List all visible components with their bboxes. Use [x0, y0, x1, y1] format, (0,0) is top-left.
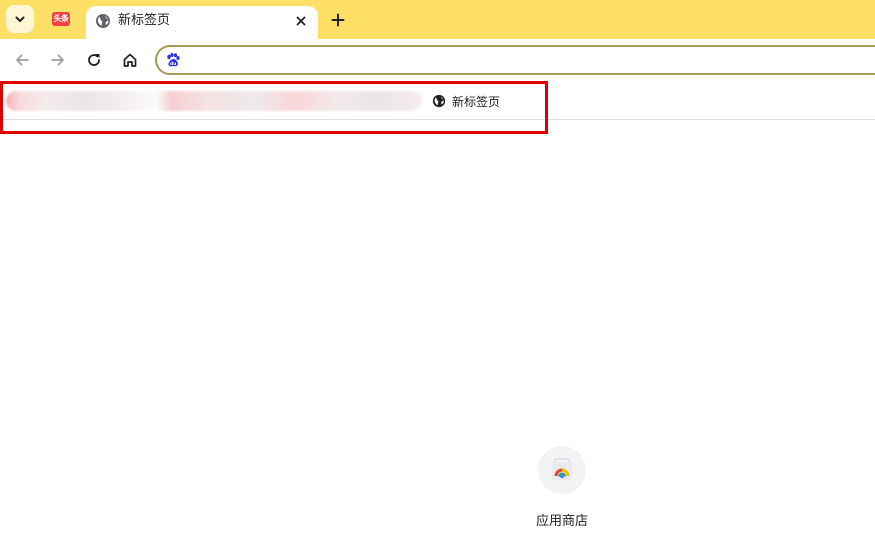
toutiao-icon: 头条: [52, 12, 70, 26]
tab-close-button[interactable]: [292, 12, 310, 30]
bookmark-label: 新标签页: [452, 94, 501, 109]
tab-strip: 头条 新标签页: [0, 0, 875, 39]
shortcut-web-store[interactable]: 应用商店: [522, 446, 602, 530]
arrow-right-icon: [51, 54, 64, 66]
browser-window: 头条 新标签页 du 新标签页 应用商店: [0, 0, 875, 560]
arrow-left-icon: [16, 54, 29, 66]
reload-button[interactable]: [82, 48, 106, 72]
tab-title: 新标签页: [118, 13, 171, 28]
shortcut-label: 应用商店: [535, 514, 588, 529]
toolbar: du: [0, 39, 875, 81]
forward-button[interactable]: [46, 48, 70, 72]
tab-search-button[interactable]: [6, 5, 34, 33]
address-bar[interactable]: du: [155, 45, 875, 75]
chrome-web-store-icon: [552, 458, 572, 480]
close-icon: [296, 16, 306, 26]
bookmark-item-new-tab[interactable]: 新标签页: [432, 91, 500, 111]
shortcut-tile: [538, 446, 586, 494]
globe-icon: [432, 94, 446, 108]
baidu-paw-icon: du: [167, 53, 180, 67]
chevron-down-icon: [15, 16, 25, 22]
svg-text:du: du: [170, 61, 176, 67]
address-input[interactable]: [187, 50, 791, 72]
plus-icon: [331, 13, 345, 27]
globe-icon: [96, 14, 110, 28]
back-button[interactable]: [10, 48, 34, 72]
pinned-tab-toutiao[interactable]: 头条: [42, 5, 80, 33]
home-icon: [123, 53, 137, 67]
reload-icon: [88, 54, 100, 66]
bookmarks-bar: 新标签页: [0, 81, 875, 120]
home-button[interactable]: [118, 48, 142, 72]
blurred-bookmark-items[interactable]: [6, 91, 422, 111]
new-tab-button[interactable]: [326, 8, 350, 32]
tab-new-tab[interactable]: 新标签页: [86, 6, 318, 39]
